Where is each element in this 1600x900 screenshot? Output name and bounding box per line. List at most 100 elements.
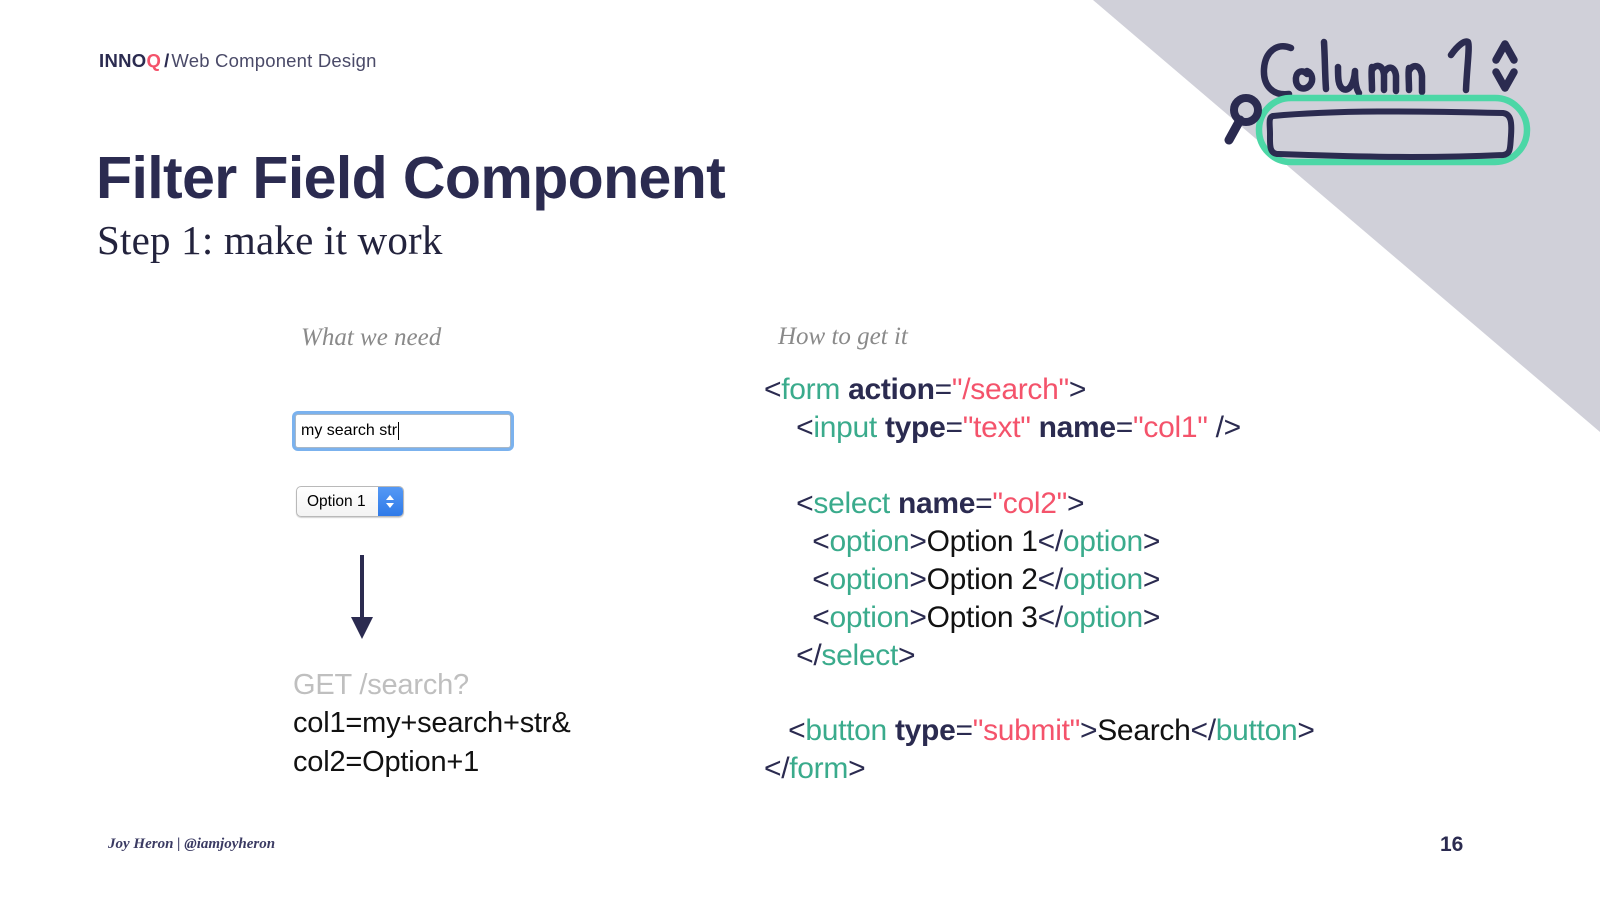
- code-token-tag: input: [813, 410, 877, 444]
- innoq-logo-primary: INNO: [99, 50, 147, 71]
- code-token-punct: </: [764, 638, 822, 672]
- code-line: <input type="text" name="col1" />: [764, 409, 1315, 447]
- code-token-punct: </: [764, 752, 790, 786]
- code-token-punct: =: [945, 410, 963, 444]
- code-token-punct: =: [975, 486, 993, 520]
- code-token-attr: action: [848, 373, 935, 406]
- code-line: </form>: [764, 750, 1315, 788]
- code-token-punct: >: [897, 638, 916, 672]
- slide-canvas: INNOQ / Web Component Design Filter Field …: [0, 0, 1600, 900]
- code-line: </select>: [764, 637, 1315, 675]
- brand-separator: /: [164, 50, 170, 71]
- code-token-punct: >: [1079, 714, 1098, 748]
- code-token-punct: </: [1037, 524, 1064, 558]
- code-token-val: "col1": [1133, 410, 1208, 444]
- code-token-punct: <: [764, 562, 830, 596]
- code-token-text: Option 2: [926, 562, 1038, 596]
- deck-title: Web Component Design: [171, 50, 377, 71]
- code-token-tag: option: [1062, 524, 1143, 558]
- magnifier-icon: [1224, 94, 1262, 145]
- code-token-punct: <: [764, 600, 830, 634]
- code-token-punct: <: [764, 410, 814, 444]
- code-token-punct: [887, 714, 895, 747]
- code-token-tag: option: [829, 600, 910, 634]
- handwritten-annotation: [1224, 38, 1531, 166]
- code-token-punct: >: [1142, 562, 1161, 596]
- highlight-outline: [1255, 94, 1531, 166]
- page-title: Filter Field Component: [96, 144, 726, 211]
- code-token-punct: [877, 411, 885, 444]
- innoq-logo-accent: Q: [146, 50, 162, 71]
- code-token-punct: />: [1207, 410, 1242, 444]
- footer-author: Joy Heron | @iamjoyheron: [108, 836, 276, 852]
- code-line: <button type="submit">Search</button>: [764, 712, 1315, 750]
- code-token-punct: [890, 487, 898, 520]
- code-token-text: Search: [1097, 714, 1191, 748]
- code-line: <option>Option 2</option>: [764, 561, 1315, 599]
- code-token-tag: option: [1062, 562, 1143, 596]
- chevron-up-down-icon[interactable]: [377, 487, 403, 516]
- code-token-punct: <: [764, 714, 806, 748]
- code-line: <select name="col2">: [764, 485, 1315, 523]
- code-token-punct: [840, 373, 848, 406]
- code-token-val: "/search": [951, 373, 1069, 406]
- column-select-value: Option 1: [307, 492, 366, 510]
- request-query-line-1: col1=my+search+str&: [293, 707, 571, 740]
- code-token-punct: [1031, 411, 1039, 444]
- left-column-label: What we need: [301, 324, 442, 351]
- html-code-sample: <form action="/search"> <input type="tex…: [764, 371, 1315, 788]
- code-token-punct: >: [909, 600, 927, 634]
- code-token-val: "submit": [972, 714, 1081, 748]
- code-token-punct: >: [1142, 524, 1161, 558]
- code-token-punct: =: [934, 373, 953, 406]
- code-token-val: "text": [962, 410, 1031, 444]
- code-token-punct: =: [955, 714, 973, 748]
- code-line: <option>Option 1</option>: [764, 523, 1315, 561]
- brand-header: INNOQ / Web Component Design: [99, 50, 377, 72]
- code-token-tag: option: [829, 524, 910, 558]
- code-token-punct: =: [1115, 410, 1134, 444]
- code-token-punct: </: [1037, 600, 1064, 634]
- code-token-punct: >: [848, 752, 866, 786]
- code-token-tag: form: [781, 373, 841, 406]
- page-number: 16: [1440, 833, 1464, 856]
- code-token-tag: button: [1215, 714, 1298, 748]
- code-token-punct: >: [909, 562, 927, 596]
- code-token-attr: type: [884, 410, 946, 444]
- code-token-punct: >: [909, 524, 927, 558]
- code-token-attr: type: [894, 714, 956, 748]
- code-line: <option>Option 3</option>: [764, 599, 1315, 637]
- code-token-punct: </: [1037, 562, 1064, 596]
- code-token-tag: form: [789, 752, 849, 786]
- page-subtitle: Step 1: make it work: [97, 217, 443, 264]
- right-column-label: How to get it: [778, 323, 908, 350]
- code-token-val: "col2": [992, 486, 1067, 520]
- sketched-input-box: [1266, 108, 1515, 160]
- code-token-tag: option: [1062, 600, 1143, 634]
- code-token-attr: name: [1038, 410, 1116, 444]
- request-query-line-2: col2=Option+1: [293, 745, 480, 778]
- code-token-text: Option 1: [926, 524, 1038, 558]
- code-token-punct: <: [764, 373, 782, 406]
- code-token-text: Option 3: [926, 600, 1038, 634]
- code-token-punct: >: [1297, 714, 1315, 748]
- search-input-value: my search str: [301, 422, 398, 439]
- code-token-tag: button: [805, 714, 887, 748]
- column-select[interactable]: Option 1: [296, 486, 404, 517]
- code-token-punct: >: [1142, 600, 1161, 634]
- code-token-punct: </: [1190, 714, 1216, 748]
- code-token-punct: >: [1068, 373, 1087, 406]
- code-token-attr: name: [898, 486, 976, 520]
- down-arrow-icon: [351, 555, 373, 639]
- code-token-tag: select: [821, 638, 898, 672]
- code-token-punct: >: [1066, 486, 1085, 520]
- code-token-punct: <: [764, 486, 814, 520]
- code-token-tag: option: [829, 562, 910, 596]
- request-preview: GET /search? col1=my+search+str& col2=Op…: [293, 666, 571, 781]
- search-input[interactable]: my search str: [295, 414, 511, 448]
- text-caret: [398, 422, 400, 440]
- code-token-tag: select: [813, 486, 890, 520]
- code-token-punct: <: [764, 524, 830, 558]
